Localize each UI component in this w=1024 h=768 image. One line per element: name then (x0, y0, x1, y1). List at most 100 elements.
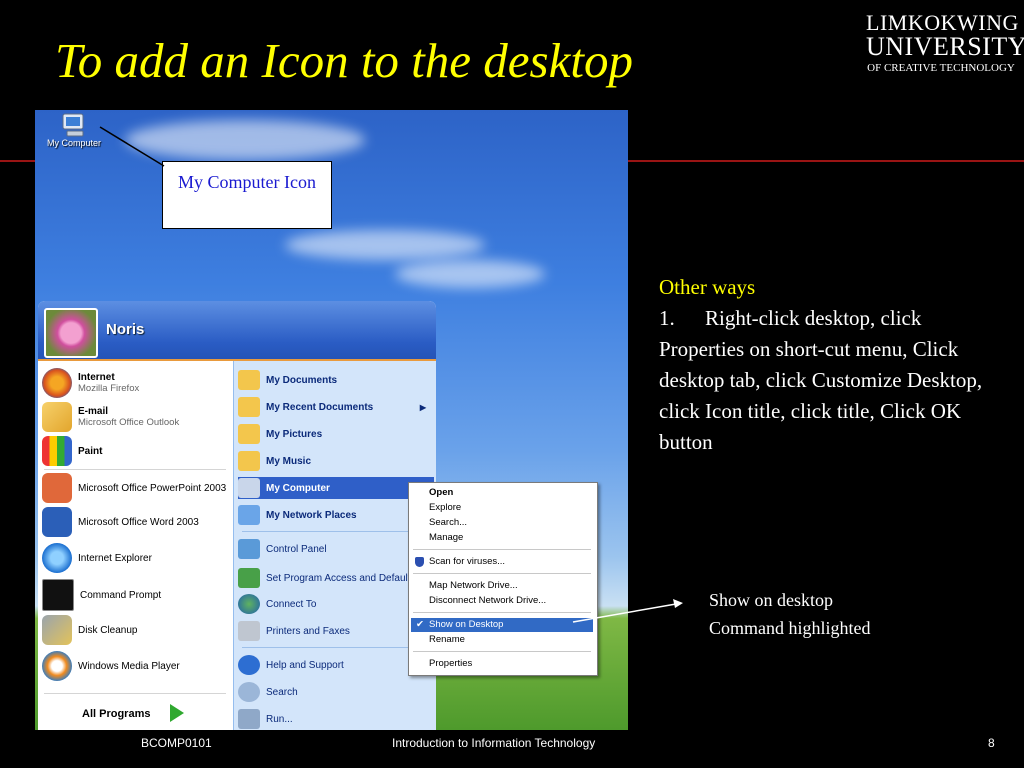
place-my-computer[interactable]: My Computer (238, 477, 434, 499)
place-label: Search (266, 686, 298, 698)
internet-explorer-icon (42, 543, 72, 573)
outlook-icon (42, 402, 72, 432)
ctx-search[interactable]: Search... (411, 516, 593, 530)
program-email[interactable]: E-mail Microsoft Office Outlook (42, 402, 230, 432)
place-label: My Pictures (266, 428, 323, 440)
page-number: 8 (988, 736, 995, 750)
ctx-properties[interactable]: Properties (411, 657, 593, 671)
program-internet-explorer[interactable]: Internet Explorer (42, 543, 230, 573)
place-label: My Recent Documents (266, 401, 374, 413)
place-label: My Computer (266, 482, 330, 494)
place-connect-to[interactable]: Connect To (238, 593, 434, 615)
program-title: Command Prompt (80, 589, 162, 601)
recent-folder-icon (238, 397, 260, 417)
program-paint[interactable]: Paint (42, 436, 230, 466)
ctx-manage[interactable]: Manage (411, 531, 593, 545)
ctx-map-network-drive[interactable]: Map Network Drive... (411, 579, 593, 593)
footer-course-code: BCOMP0101 (141, 736, 212, 750)
program-word[interactable]: Microsoft Office Word 2003 (42, 507, 230, 537)
paint-icon (42, 436, 72, 466)
music-folder-icon (238, 451, 260, 471)
start-menu: Noris Internet Mozilla Firefox E-mail Micr… (38, 301, 436, 730)
start-menu-header: Noris (38, 301, 436, 361)
place-my-pictures[interactable]: My Pictures (238, 423, 434, 445)
ctx-open[interactable]: Open (411, 486, 593, 500)
program-title: E-mail (78, 406, 109, 417)
separator (413, 651, 591, 652)
cloud (395, 260, 545, 288)
program-powerpoint[interactable]: Microsoft Office PowerPoint 2003 (42, 473, 230, 503)
program-title: Microsoft Office PowerPoint 2003 (78, 482, 227, 494)
ctx-label: Show on Desktop (429, 619, 504, 630)
other-ways-item: 1. Right-click desktop, click Properties … (659, 303, 999, 458)
program-title: Paint (78, 445, 103, 457)
program-title: Disk Cleanup (78, 624, 138, 636)
globe-icon (238, 594, 260, 614)
place-help-and-support[interactable]: Help and Support (238, 654, 434, 676)
desktop-icon-my-computer[interactable]: My Computer (39, 112, 109, 148)
program-windows-media-player[interactable]: Windows Media Player (42, 651, 230, 681)
disk-cleanup-icon (42, 615, 72, 645)
note-line-1: Show on desktop (709, 590, 834, 610)
pictures-folder-icon (238, 424, 260, 444)
submenu-arrow-icon: ▶ (419, 402, 426, 412)
place-label: Run... (266, 713, 293, 725)
program-internet[interactable]: Internet Mozilla Firefox (42, 368, 230, 398)
program-disk-cleanup[interactable]: Disk Cleanup (42, 615, 230, 645)
program-title: Microsoft Office Word 2003 (78, 516, 199, 528)
all-programs-button[interactable]: All Programs (82, 708, 150, 720)
powerpoint-icon (42, 473, 72, 503)
word-icon (42, 507, 72, 537)
arrow-right-icon (170, 704, 184, 722)
place-label: Connect To (266, 598, 317, 610)
place-control-panel[interactable]: Control Panel (238, 538, 434, 560)
place-my-music[interactable]: My Music (238, 450, 434, 472)
logo-line-3: OF CREATIVE TECHNOLOGY (867, 62, 1015, 74)
place-printers-and-faxes[interactable]: Printers and Faxes (238, 620, 434, 642)
separator (413, 549, 591, 550)
cloud (125, 120, 365, 160)
other-ways-text: Other ways 1. Right-click desktop, click … (659, 272, 999, 458)
university-logo: LIMKOKWING UNIVERSITY OF CREATIVE TECHNO… (866, 10, 1024, 74)
firefox-icon (42, 368, 72, 398)
place-set-program-access[interactable]: Set Program Access and Defaults (238, 565, 434, 591)
program-subtitle: Microsoft Office Outlook (78, 417, 180, 428)
network-icon (238, 505, 260, 525)
place-label: My Network Places (266, 509, 357, 521)
program-title: Internet (78, 372, 115, 383)
callout-my-computer-icon: My Computer Icon (162, 161, 332, 229)
arrowhead-icon (673, 599, 683, 608)
place-label: Set Program Access and Defaults (266, 572, 416, 584)
program-title: Internet Explorer (78, 552, 152, 564)
separator (242, 647, 430, 648)
desktop-icon-label: My Computer (46, 138, 101, 148)
ctx-disconnect-network-drive[interactable]: Disconnect Network Drive... (411, 594, 593, 608)
separator (413, 612, 591, 613)
place-my-documents[interactable]: My Documents (238, 369, 434, 391)
context-menu: Open Explore Search... Manage Scan for v… (408, 482, 598, 676)
cloud (285, 230, 485, 260)
separator (44, 469, 226, 470)
place-my-recent-documents[interactable]: My Recent Documents ▶ (238, 396, 434, 418)
ctx-scan-for-viruses[interactable]: Scan for viruses... (411, 555, 593, 569)
note-line-2: Command highlighted (709, 618, 871, 638)
logo-line-1: LIMKOKWING (866, 10, 1019, 35)
user-name: Noris (106, 321, 145, 338)
program-command-prompt[interactable]: Command Prompt (42, 579, 230, 611)
place-run[interactable]: Run... (238, 708, 434, 730)
place-label: Control Panel (266, 543, 327, 555)
command-prompt-icon (42, 579, 74, 611)
place-my-network-places[interactable]: My Network Places (238, 504, 434, 526)
checkmark-icon: ✔ (416, 619, 424, 630)
place-label: My Documents (266, 374, 338, 386)
printer-icon (238, 621, 260, 641)
ctx-rename[interactable]: Rename (411, 633, 593, 647)
start-menu-places: My Documents My Recent Documents ▶ My Pic… (233, 361, 436, 730)
media-player-icon (42, 651, 72, 681)
ctx-explore[interactable]: Explore (411, 501, 593, 515)
place-search[interactable]: Search (238, 681, 434, 703)
ctx-show-on-desktop[interactable]: ✔ Show on Desktop (411, 618, 593, 632)
footer-course-title: Introduction to Information Technology (392, 736, 596, 750)
item-number: 1. (659, 306, 675, 330)
program-title: Windows Media Player (78, 660, 180, 672)
